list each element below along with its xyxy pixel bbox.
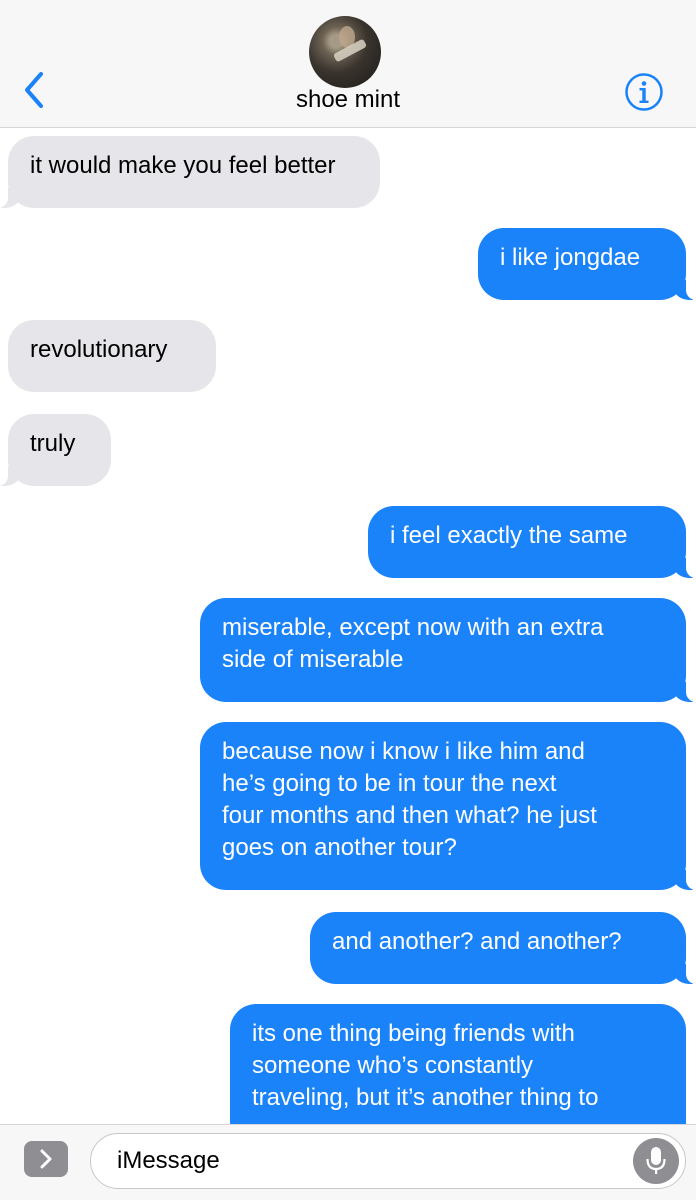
- message-text: it would make you feel better: [30, 152, 336, 179]
- info-button[interactable]: [624, 72, 664, 112]
- microphone-icon: [646, 1147, 666, 1174]
- message-placeholder: iMessage: [117, 1147, 220, 1174]
- message-composer: iMessage: [0, 1124, 696, 1200]
- sent-message[interactable]: and another? and another?: [310, 912, 696, 984]
- apps-button[interactable]: [24, 1141, 68, 1177]
- received-message[interactable]: truly: [0, 414, 111, 486]
- message-text: and another? and another?: [332, 928, 622, 955]
- received-message[interactable]: revolutionary: [8, 320, 216, 392]
- sent-message[interactable]: its one thing being friends with someone…: [230, 1004, 686, 1124]
- info-circle-icon: [625, 73, 663, 111]
- message-text: miserable, except now with an extra side…: [222, 614, 604, 673]
- contact-name[interactable]: shoe mint: [0, 86, 696, 114]
- message-input[interactable]: iMessage: [90, 1133, 686, 1189]
- message-thread[interactable]: it would make you feel better i like jon…: [0, 128, 696, 1124]
- message-text: truly: [30, 430, 76, 457]
- sent-message[interactable]: because now i know i like him and he’s g…: [200, 722, 696, 890]
- message-text: revolutionary: [30, 336, 168, 363]
- sent-message[interactable]: i feel exactly the same: [368, 506, 696, 578]
- message-text: because now i know i like him and he’s g…: [222, 738, 597, 861]
- message-text: i feel exactly the same: [390, 522, 628, 549]
- conversation-header: shoe mint: [0, 0, 696, 128]
- chevron-right-icon: [40, 1149, 52, 1169]
- message-text: its one thing being friends with someone…: [252, 1020, 599, 1111]
- microphone-button[interactable]: [633, 1138, 679, 1184]
- received-message[interactable]: it would make you feel better: [0, 136, 380, 208]
- contact-avatar[interactable]: [309, 16, 381, 88]
- message-text: i like jongdae: [500, 244, 641, 271]
- sent-message[interactable]: i like jongdae: [478, 228, 696, 300]
- sent-message[interactable]: miserable, except now with an extra side…: [200, 598, 696, 702]
